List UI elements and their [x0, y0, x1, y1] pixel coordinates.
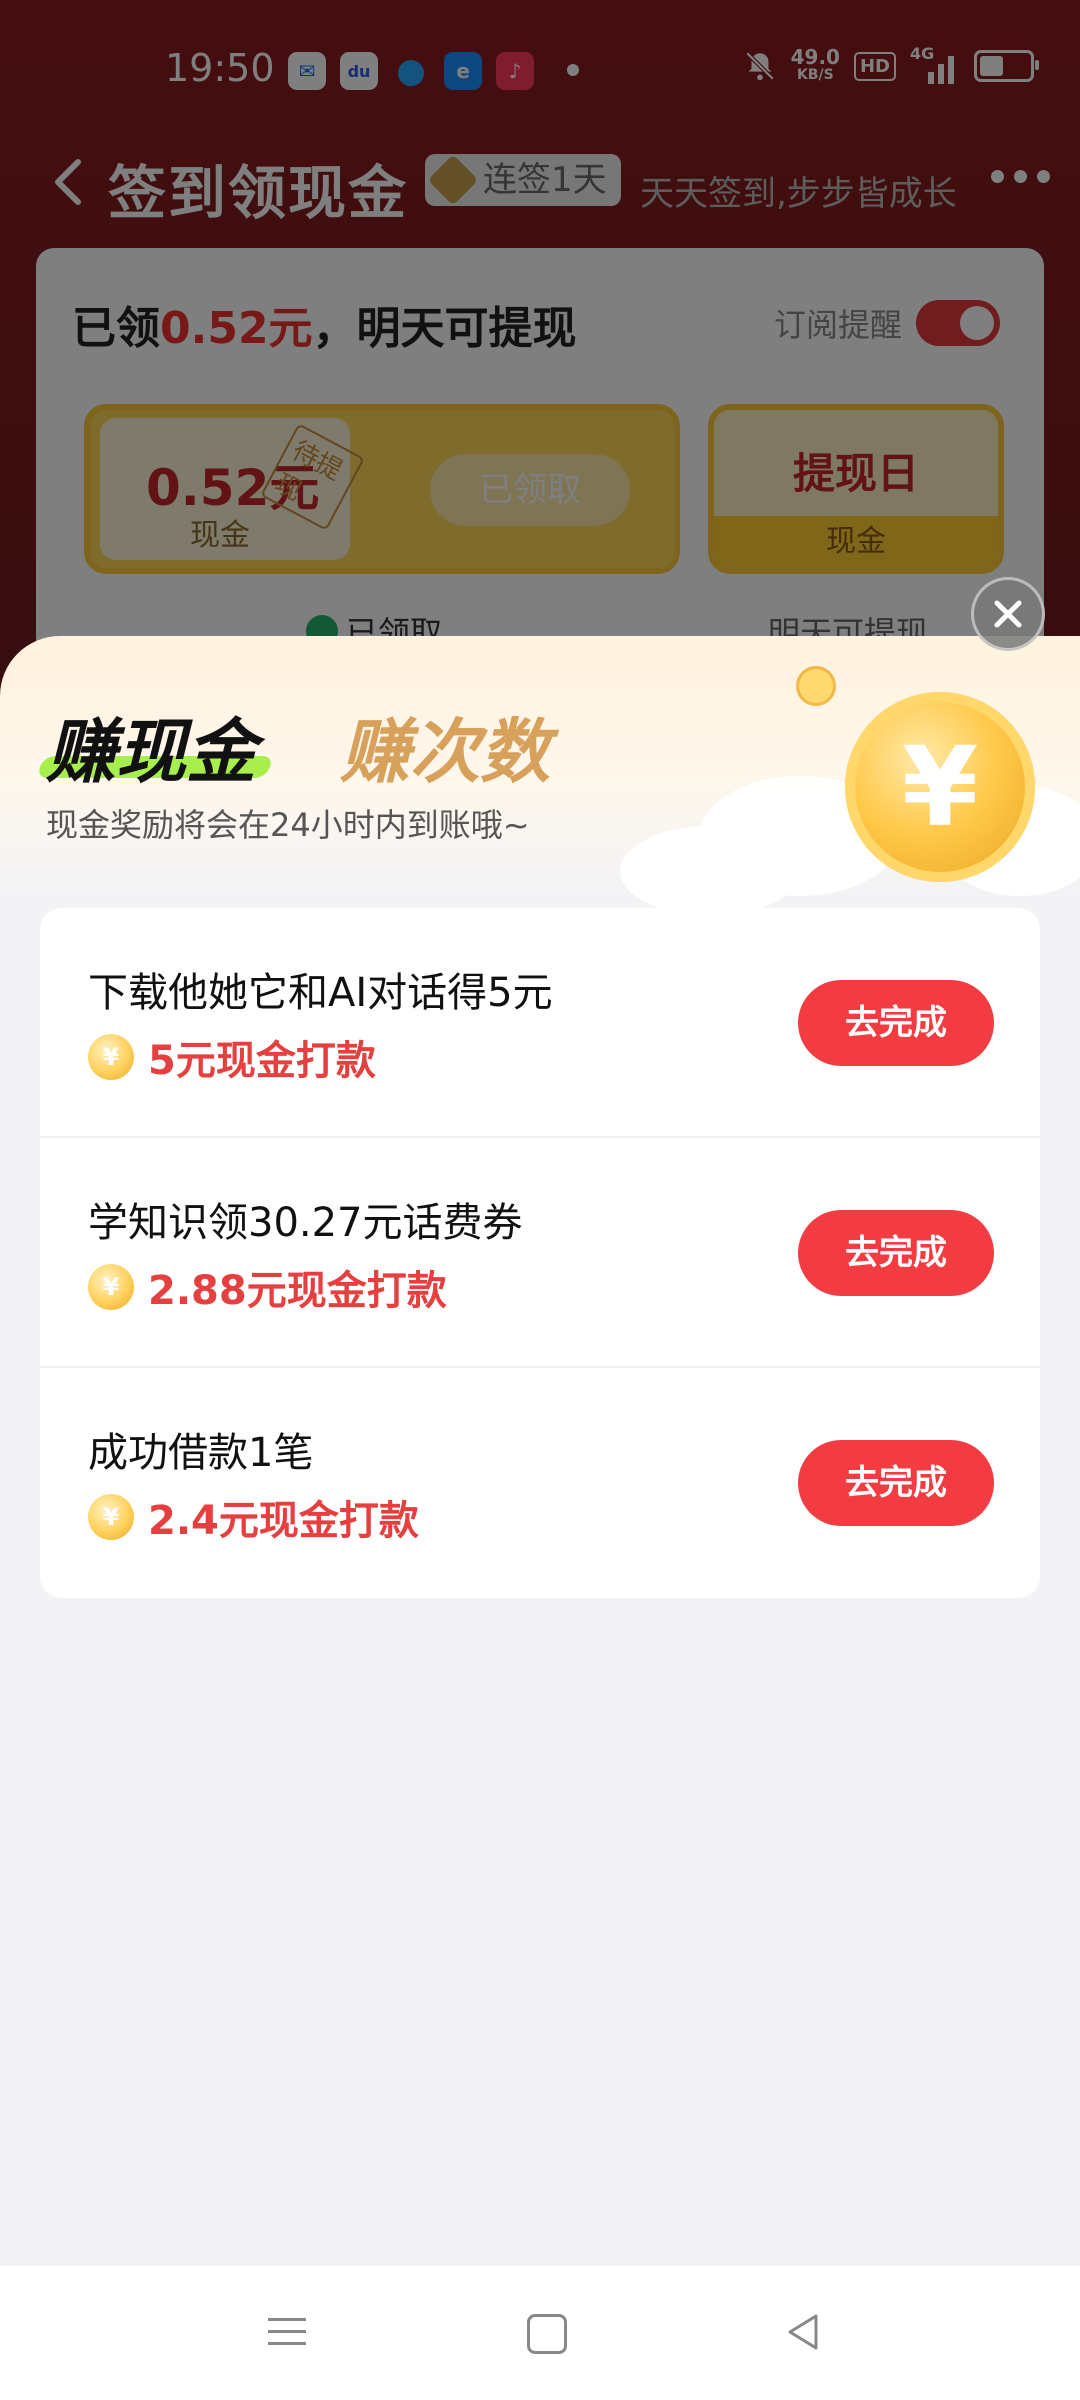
sheet-header: ¥ 赚现金 赚次数 现金奖励将会在24小时内到账哦~: [0, 636, 1080, 916]
task-row: 学知识领30.27元话费券 ¥ 2.88元现金打款 去完成: [40, 1138, 1040, 1368]
recent-apps-button[interactable]: [268, 2318, 306, 2354]
task-row: 下载他她它和AI对话得5元 ¥ 5元现金打款 去完成: [40, 908, 1040, 1138]
task-row: 成功借款1笔 ¥ 2.4元现金打款 去完成: [40, 1368, 1040, 1598]
go-complete-button[interactable]: 去完成: [798, 1440, 994, 1526]
small-coin-icon: [796, 666, 836, 706]
home-button[interactable]: [527, 2314, 567, 2354]
system-back-button[interactable]: [784, 2312, 824, 2352]
task-reward: ¥ 5元现金打款: [88, 1028, 376, 1086]
coin-icon: ¥: [88, 1034, 134, 1080]
close-button[interactable]: [971, 577, 1045, 651]
task-list: 下载他她它和AI对话得5元 ¥ 5元现金打款 去完成 学知识领30.27元话费券…: [40, 908, 1040, 1598]
yuan-coin-icon: ¥: [845, 692, 1035, 882]
modal-overlay[interactable]: [0, 0, 1080, 700]
coin-symbol: ¥: [901, 723, 979, 851]
tab-earn-cash[interactable]: 赚现金: [46, 696, 256, 797]
earn-cash-sheet: ¥ 赚现金 赚次数 现金奖励将会在24小时内到账哦~ 下载他她它和AI对话得5元…: [0, 636, 1080, 2266]
task-reward-text: 2.88元现金打款: [148, 1268, 447, 1314]
go-complete-button[interactable]: 去完成: [798, 1210, 994, 1296]
task-title: 下载他她它和AI对话得5元: [88, 970, 553, 1016]
go-complete-button[interactable]: 去完成: [798, 980, 994, 1066]
task-reward: ¥ 2.88元现金打款: [88, 1258, 447, 1316]
system-navigation-bar: [0, 2266, 1080, 2400]
sheet-subtitle: 现金奖励将会在24小时内到账哦~: [46, 806, 530, 844]
task-title: 学知识领30.27元话费券: [88, 1200, 523, 1246]
cloud-decoration: [620, 826, 800, 916]
tab-earn-count[interactable]: 赚次数: [340, 696, 550, 797]
close-icon: [994, 600, 1022, 628]
task-title: 成功借款1笔: [88, 1430, 314, 1476]
coin-icon: ¥: [88, 1494, 134, 1540]
task-reward-text: 2.4元现金打款: [148, 1498, 419, 1544]
task-reward-text: 5元现金打款: [148, 1038, 376, 1084]
task-reward: ¥ 2.4元现金打款: [88, 1488, 419, 1546]
coin-icon: ¥: [88, 1264, 134, 1310]
